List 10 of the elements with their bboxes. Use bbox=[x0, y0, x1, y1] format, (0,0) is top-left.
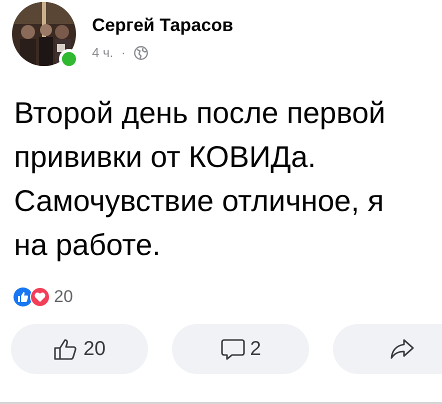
comment-button[interactable]: 2 bbox=[172, 324, 309, 374]
author-name[interactable]: Сергей Тарасов bbox=[92, 12, 234, 39]
love-reaction-icon bbox=[30, 286, 50, 307]
globe-icon bbox=[134, 46, 148, 60]
reaction-count[interactable]: 20 bbox=[54, 284, 73, 310]
post-text: Второй день после первой прививки от КОВИДа. Самочувствие отличное, я на работе. bbox=[13, 96, 386, 264]
like-reaction-icon bbox=[13, 286, 33, 307]
like-button[interactable]: 20 bbox=[11, 324, 148, 374]
share-button[interactable] bbox=[333, 324, 442, 374]
separator-dot: · bbox=[121, 44, 126, 62]
